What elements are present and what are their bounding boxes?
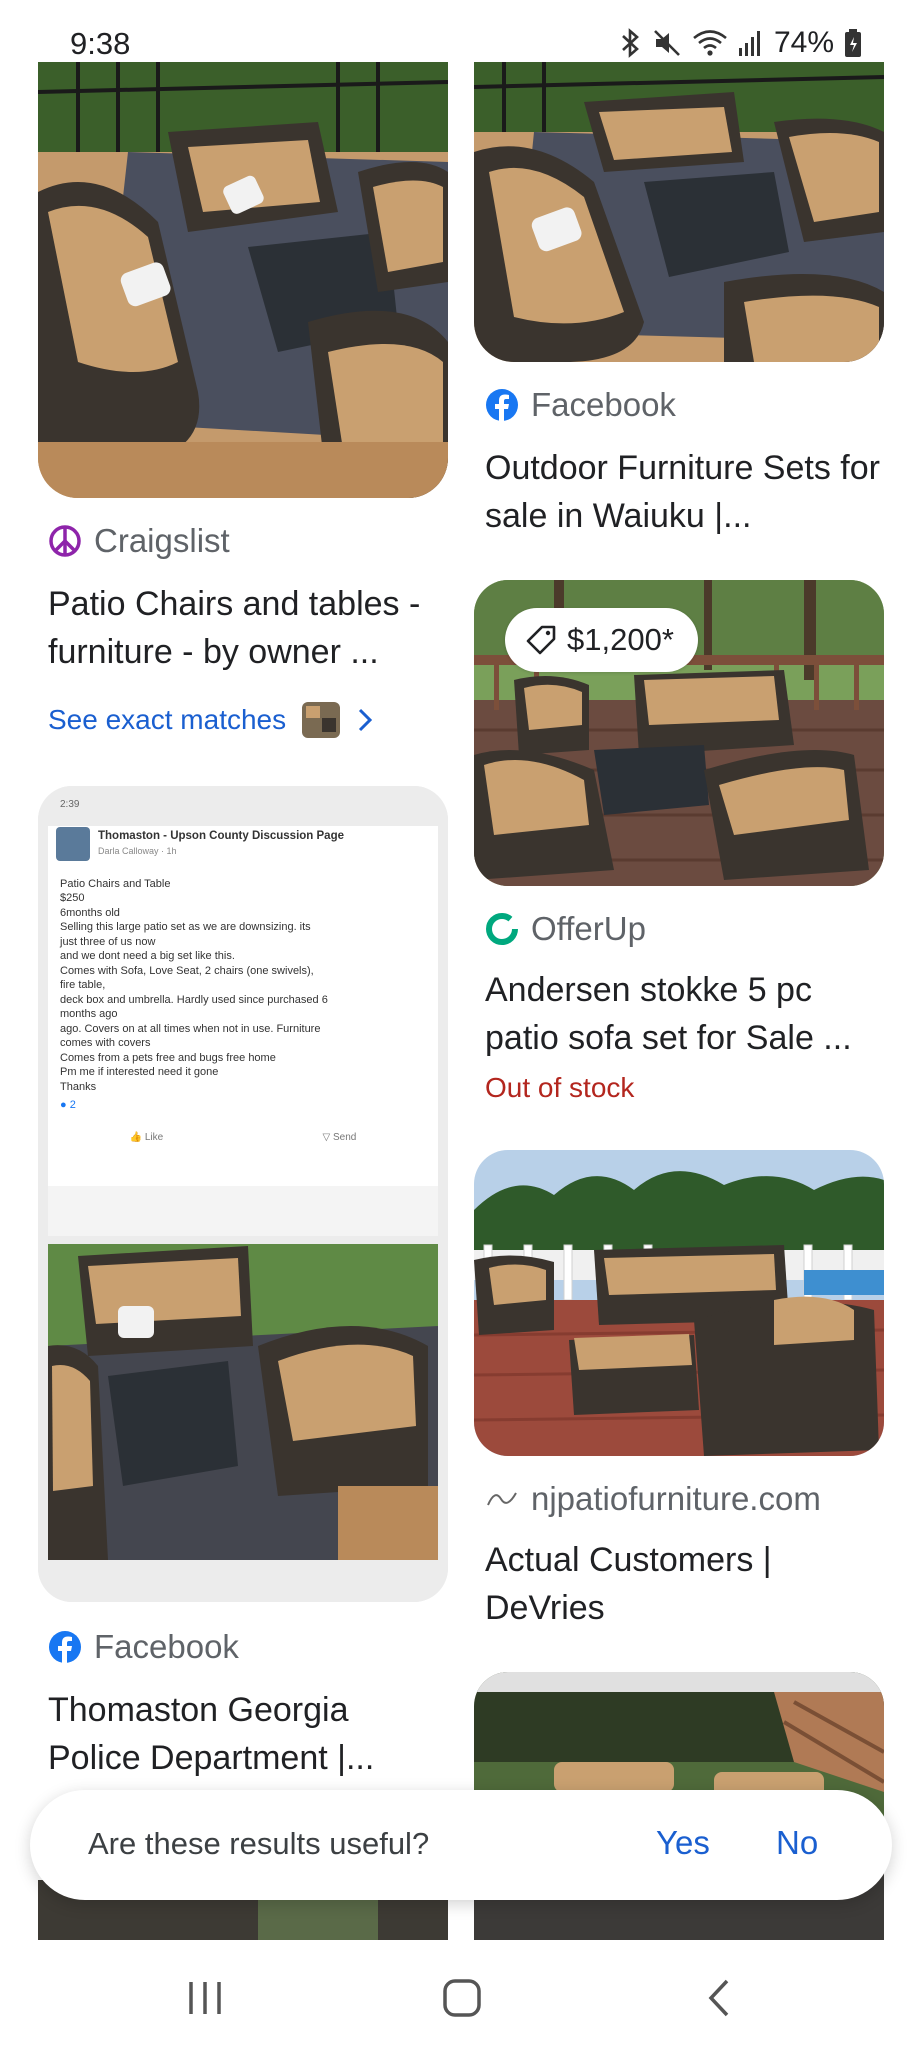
- post-actions: 👍 Like ▽ Send: [50, 1131, 436, 1146]
- source-label: OfferUp: [531, 910, 646, 947]
- status-icons: 74%: [620, 26, 862, 60]
- post-line: Selling this large patio set as we are d…: [60, 921, 311, 933]
- post-line: months ago: [60, 1008, 118, 1020]
- home-icon[interactable]: [442, 1978, 482, 2018]
- result-source-facebook-thomaston: Facebook: [48, 1628, 239, 1666]
- feedback-no-button[interactable]: No: [776, 1824, 818, 1862]
- post-line: just three of us now: [60, 935, 156, 948]
- post-line: deck box and umbrella. Hardly used since…: [60, 993, 328, 1006]
- post-screenshot-text: 2:39 Thomaston - Upson County Discussion…: [50, 798, 436, 1145]
- result-title-facebook-thomaston[interactable]: Thomaston Georgia Police Department |...: [48, 1686, 448, 1782]
- result-image-facebook-waiuku[interactable]: [474, 62, 884, 362]
- post-author: Darla Calloway · 1h: [98, 845, 177, 856]
- wifi-icon: [693, 30, 727, 56]
- post-line: and we dont need a big set like this.: [60, 950, 235, 962]
- price-label: $1,200*: [567, 622, 674, 657]
- post-line: Comes with Sofa, Love Seat, 2 chairs (on…: [60, 964, 314, 977]
- result-title-facebook-waiuku[interactable]: Outdoor Furniture Sets for sale in Waiuk…: [485, 444, 885, 540]
- send-action: ▽ Send: [322, 1131, 357, 1143]
- post-line: $250: [60, 892, 85, 904]
- recent-apps-icon[interactable]: [185, 1980, 225, 2016]
- like-label: Like: [144, 1131, 164, 1143]
- post-line: Pm me if interested need it gone: [60, 1066, 219, 1078]
- result-source-facebook-waiuku: Facebook: [485, 386, 676, 424]
- result-source-offerup: OfferUp: [485, 910, 646, 948]
- post-body: Patio Chairs and Table $250 6months old …: [60, 877, 436, 1113]
- back-icon[interactable]: [705, 1978, 733, 2018]
- post-line: fire table,: [60, 979, 106, 991]
- reaction-icon: ●: [60, 1099, 67, 1111]
- post-line: ago. Covers on at all times when not in …: [60, 1022, 321, 1035]
- result-source-craigslist: Craigslist: [48, 522, 230, 560]
- see-exact-matches-link[interactable]: See exact matches: [48, 702, 374, 738]
- chevron-right-icon: [359, 708, 373, 732]
- result-image-devries[interactable]: [474, 1150, 884, 1456]
- group-name: Thomaston - Upson County Discussion Page: [98, 830, 344, 842]
- navigation-bar: [0, 1940, 922, 2048]
- source-label: Craigslist: [94, 522, 230, 559]
- peace-icon: [49, 525, 81, 557]
- post-reactions: ● 2: [60, 1098, 436, 1113]
- result-title-devries[interactable]: Actual Customers | DeVries: [485, 1536, 885, 1632]
- see-exact-matches-label: See exact matches: [48, 704, 287, 735]
- feedback-question: Are these results useful?: [88, 1826, 430, 1861]
- post-line: comes with covers: [60, 1037, 151, 1049]
- facebook-icon: [486, 389, 518, 422]
- bluetooth-icon: [622, 28, 639, 58]
- facebook-icon: [49, 1631, 81, 1664]
- tag-icon: [526, 625, 556, 655]
- post-header: Thomaston - Upson County Discussion Page…: [56, 826, 436, 861]
- send-label: Send: [332, 1131, 357, 1143]
- offerup-icon: [486, 913, 518, 945]
- reaction-count: 2: [69, 1099, 76, 1111]
- stock-status: Out of stock: [485, 1072, 635, 1103]
- post-line: 6months old: [60, 906, 120, 919]
- post-line: Comes from a pets free and bugs free hom…: [60, 1051, 276, 1064]
- post-line: Thanks: [60, 1080, 97, 1093]
- result-title-offerup[interactable]: Andersen stokke 5 pc patio sofa set for …: [485, 966, 885, 1062]
- group-avatar: [56, 826, 90, 861]
- mute-icon: [654, 30, 680, 56]
- source-label: njpatiofurniture.com: [531, 1480, 821, 1517]
- source-label: Facebook: [94, 1628, 239, 1665]
- result-source-devries: njpatiofurniture.com: [485, 1480, 821, 1518]
- battery-icon: [845, 29, 861, 57]
- source-label: Facebook: [531, 386, 676, 423]
- post-time: 2:39: [60, 799, 80, 810]
- devries-logo: [487, 1492, 517, 1506]
- exact-match-thumbnail: [302, 702, 341, 738]
- status-time: 9:38: [70, 26, 131, 61]
- feedback-yes-button[interactable]: Yes: [656, 1824, 710, 1862]
- result-image-craigslist[interactable]: [38, 62, 448, 498]
- battery-percent: 74%: [773, 26, 834, 59]
- signal-icon: [738, 31, 760, 56]
- feedback-bar: Are these results useful? Yes No: [30, 1790, 892, 1900]
- like-action: 👍 Like: [129, 1131, 164, 1143]
- result-image-facebook-thomaston[interactable]: 2:39 Thomaston - Upson County Discussion…: [38, 786, 448, 1602]
- post-line: Patio Chairs and Table: [60, 877, 171, 890]
- result-title-craigslist[interactable]: Patio Chairs and tables - furniture - by…: [48, 580, 448, 676]
- price-tag: $1,200*: [505, 608, 698, 672]
